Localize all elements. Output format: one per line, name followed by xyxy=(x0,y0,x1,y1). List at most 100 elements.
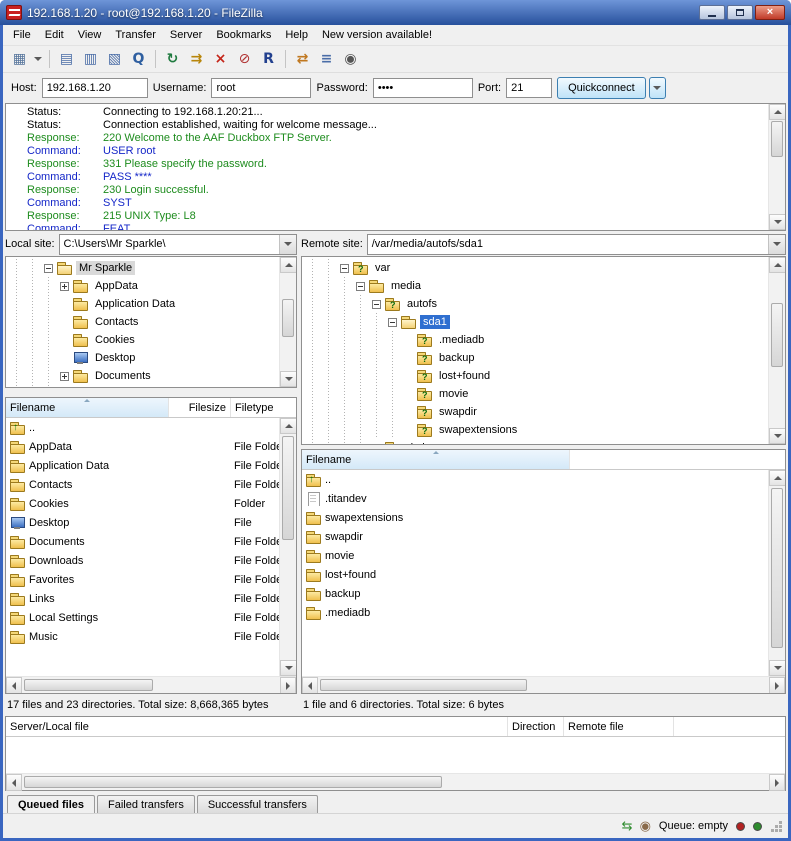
column-header-filesize[interactable]: Filesize xyxy=(169,398,231,417)
port-input[interactable] xyxy=(506,78,552,98)
remote-list-scrollbar[interactable] xyxy=(768,470,785,676)
toggle-remote-tree-icon[interactable]: ▧ xyxy=(103,48,126,70)
tree-item-media[interactable]: media xyxy=(304,277,768,295)
maximize-button[interactable] xyxy=(727,5,753,20)
scroll-thumb[interactable] xyxy=(24,776,442,788)
file-row-favorites[interactable]: FavoritesFile Folder xyxy=(6,570,279,589)
menu-file[interactable]: File xyxy=(6,26,38,44)
file-row-titandev[interactable]: .titandev xyxy=(302,489,768,508)
expand-button[interactable] xyxy=(56,277,72,295)
scroll-right-button[interactable] xyxy=(769,677,785,694)
collapse-button[interactable] xyxy=(40,259,56,277)
tree-item-desktop[interactable]: Desktop xyxy=(8,349,279,367)
column-header-remote-file[interactable]: Remote file xyxy=(564,717,674,736)
scroll-down-button[interactable] xyxy=(769,428,786,444)
file-row-application-data[interactable]: Application DataFile Folder xyxy=(6,456,279,475)
menu-edit[interactable]: Edit xyxy=(38,26,71,44)
transfer-queue[interactable]: Server/Local fileDirectionRemote file xyxy=(5,716,786,791)
file-row-appdata[interactable]: AppDataFile Folder xyxy=(6,437,279,456)
scroll-thumb[interactable] xyxy=(24,679,153,691)
toggle-local-tree-icon[interactable]: ▥ xyxy=(79,48,102,70)
scroll-left-button[interactable] xyxy=(302,677,318,694)
directory-comparison-icon[interactable]: ⇄ xyxy=(291,48,314,70)
file-row-music[interactable]: MusicFile Folder xyxy=(6,627,279,646)
file-row-cookies[interactable]: CookiesFolder xyxy=(6,494,279,513)
tree-item-dvd[interactable]: dvd xyxy=(304,439,768,444)
reconnect-icon[interactable]: R xyxy=(257,48,280,70)
local-tree-scrollbar[interactable] xyxy=(279,257,296,387)
username-input[interactable] xyxy=(211,78,311,98)
tree-item-application-data[interactable]: Application Data xyxy=(8,295,279,313)
scroll-thumb[interactable] xyxy=(282,436,294,540)
tree-item-mediadb[interactable]: .mediadb xyxy=(304,331,768,349)
sync-browsing-icon[interactable]: ⇆ xyxy=(622,820,633,833)
speed-limit-icon[interactable]: ◉ xyxy=(640,820,651,833)
tree-item-autofs[interactable]: autofs xyxy=(304,295,768,313)
file-row-local-settings[interactable]: Local SettingsFile Folder xyxy=(6,608,279,627)
scroll-down-button[interactable] xyxy=(769,214,786,230)
local-site-combo[interactable]: C:\Users\Mr Sparkle\ xyxy=(59,234,297,255)
collapse-button[interactable] xyxy=(368,295,384,313)
toggle-message-log-icon[interactable]: ▤ xyxy=(55,48,78,70)
scroll-track[interactable] xyxy=(22,774,769,790)
scroll-up-button[interactable] xyxy=(280,418,297,434)
remote-list-h-scrollbar[interactable] xyxy=(302,676,785,693)
menu-new-version-available[interactable]: New version available! xyxy=(315,26,439,44)
menu-help[interactable]: Help xyxy=(278,26,315,44)
scroll-up-button[interactable] xyxy=(769,104,786,120)
file-row-movie[interactable]: movie xyxy=(302,546,768,565)
scroll-left-button[interactable] xyxy=(6,677,22,694)
collapse-button[interactable] xyxy=(384,313,400,331)
cancel-icon[interactable]: × xyxy=(209,48,232,70)
quickconnect-dropdown-button[interactable] xyxy=(649,77,666,99)
scroll-track[interactable] xyxy=(22,677,280,693)
menu-server[interactable]: Server xyxy=(163,26,209,44)
tree-item-sda1[interactable]: sda1 xyxy=(304,313,768,331)
scroll-down-button[interactable] xyxy=(769,660,786,676)
file-row-links[interactable]: LinksFile Folder xyxy=(6,589,279,608)
scroll-thumb[interactable] xyxy=(320,679,527,691)
site-manager-icon[interactable]: ▦ xyxy=(8,48,31,70)
local-splitter[interactable] xyxy=(5,388,297,397)
scroll-right-button[interactable] xyxy=(769,774,785,791)
tab-queued-files[interactable]: Queued files xyxy=(7,795,95,813)
tree-item-movie[interactable]: movie xyxy=(304,385,768,403)
file-row-mediadb[interactable]: .mediadb xyxy=(302,603,768,622)
sync-browsing-icon[interactable]: ≡ xyxy=(315,48,338,70)
tree-item-downloads[interactable]: Downloads xyxy=(8,385,279,387)
local-directory-tree[interactable]: Mr SparkleAppDataApplication DataContact… xyxy=(5,256,297,388)
scroll-track[interactable] xyxy=(769,273,785,428)
tree-item-documents[interactable]: Documents xyxy=(8,367,279,385)
local-file-list[interactable]: FilenameFilesizeFiletype ..AppDataFile F… xyxy=(5,397,297,694)
scroll-thumb[interactable] xyxy=(771,121,783,157)
tree-item-contacts[interactable]: Contacts xyxy=(8,313,279,331)
collapse-button[interactable] xyxy=(352,277,368,295)
remote-directory-tree[interactable]: varmediaautofssda1.mediadbbackuplost+fou… xyxy=(301,256,786,445)
queue-h-scrollbar[interactable] xyxy=(6,773,785,790)
disconnect-icon[interactable]: ⊘ xyxy=(233,48,256,70)
refresh-icon[interactable]: ↻ xyxy=(161,48,184,70)
column-header-filename[interactable]: Filename xyxy=(6,398,169,417)
scroll-up-button[interactable] xyxy=(769,470,786,486)
resize-grip-icon[interactable] xyxy=(770,820,783,833)
title-bar[interactable]: 192.168.1.20 - root@192.168.1.20 - FileZ… xyxy=(0,0,791,25)
local-list-h-scrollbar[interactable] xyxy=(6,676,296,693)
scroll-left-button[interactable] xyxy=(6,774,22,791)
scroll-up-button[interactable] xyxy=(280,257,297,273)
file-row-lost-found[interactable]: lost+found xyxy=(302,565,768,584)
expand-button[interactable] xyxy=(56,367,72,385)
scroll-track[interactable] xyxy=(280,273,296,371)
process-queue-icon[interactable]: ⇉ xyxy=(185,48,208,70)
toggle-queue-icon[interactable]: Q xyxy=(127,48,150,70)
remote-site-combo-button[interactable] xyxy=(768,235,785,254)
scroll-track[interactable] xyxy=(280,434,296,660)
file-row-swapextensions[interactable]: swapextensions xyxy=(302,508,768,527)
local-list-scrollbar[interactable] xyxy=(279,418,296,676)
menu-view[interactable]: View xyxy=(71,26,109,44)
file-row-downloads[interactable]: DownloadsFile Folder xyxy=(6,551,279,570)
scroll-right-button[interactable] xyxy=(280,677,296,694)
tab-successful-transfers[interactable]: Successful transfers xyxy=(197,795,318,813)
scroll-thumb[interactable] xyxy=(771,488,783,648)
column-header-filename[interactable]: Filename xyxy=(302,450,570,469)
expand-button[interactable] xyxy=(56,385,72,387)
